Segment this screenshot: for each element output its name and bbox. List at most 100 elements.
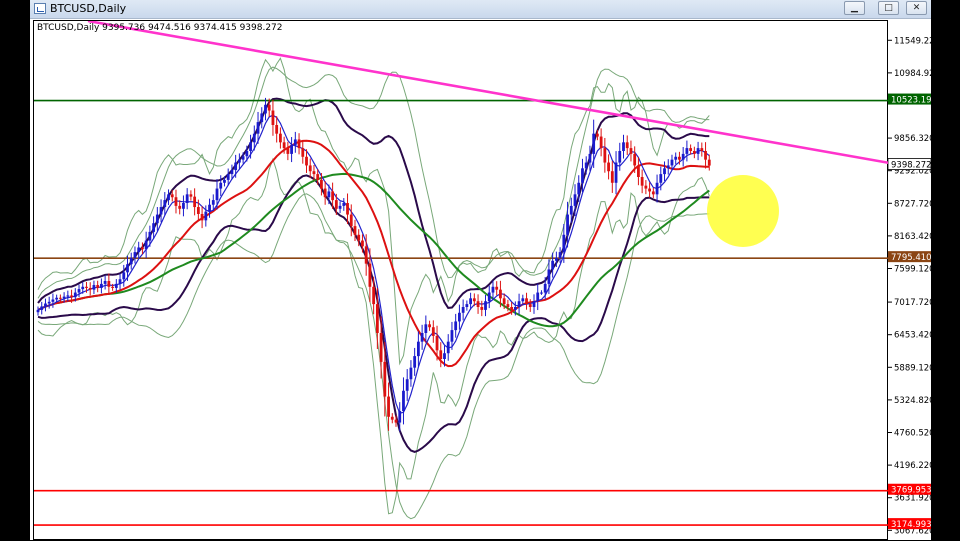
candle-body xyxy=(308,165,312,172)
price-tick-label: 10984.920 xyxy=(894,69,931,79)
candle-body xyxy=(469,298,472,305)
candle-body xyxy=(696,148,700,154)
candles xyxy=(36,97,711,432)
candle-body xyxy=(111,286,114,288)
price-tick-label: 4196.220 xyxy=(894,461,931,471)
candle-body xyxy=(622,142,625,151)
minimize-button[interactable]: ▁ xyxy=(844,1,865,15)
candle-body xyxy=(390,416,394,420)
price-tick-label: 9856.320 xyxy=(894,134,931,144)
candle-body xyxy=(211,200,215,205)
candle-body xyxy=(528,304,532,307)
price-tick-label: 7599.120 xyxy=(894,264,931,274)
highlight-marker xyxy=(707,175,779,247)
candle-body xyxy=(44,303,47,307)
candle-body xyxy=(484,301,487,310)
candle-body xyxy=(502,298,506,305)
candle-body xyxy=(103,281,107,284)
candle-body xyxy=(62,296,66,299)
candle-body xyxy=(88,287,92,290)
candle-body xyxy=(361,240,364,247)
candle-body xyxy=(279,133,282,143)
candle-body xyxy=(275,125,279,134)
candle-body xyxy=(55,297,59,300)
price-chart[interactable] xyxy=(34,21,889,541)
level-label-3: 3174.993 xyxy=(891,520,931,530)
candle-body xyxy=(312,171,316,175)
candle-body xyxy=(562,234,566,253)
candle-body xyxy=(320,179,323,189)
candle-body xyxy=(540,292,543,294)
candle-body xyxy=(346,203,349,215)
candle-body xyxy=(405,379,409,391)
candle-body xyxy=(443,353,446,359)
close-button[interactable]: ✕ xyxy=(906,1,927,15)
candle-body xyxy=(256,122,260,134)
candle-body xyxy=(133,252,137,258)
price-scale[interactable]: 11549.22010984.9209856.3209292.0208727.7… xyxy=(888,20,931,540)
trendline[interactable] xyxy=(87,21,889,165)
candle-body xyxy=(305,156,308,166)
candle-body xyxy=(581,168,584,183)
candle-body xyxy=(107,281,111,287)
candle-body xyxy=(681,153,685,160)
candle-body xyxy=(655,182,659,195)
price-tick-label: 4760.520 xyxy=(894,429,931,439)
candle-body xyxy=(271,110,275,125)
terminal-window: BTCUSD,Daily ▁ □ ✕ 11549.220 10984.920 985… xyxy=(30,0,931,540)
candle-body xyxy=(618,151,622,163)
candle-body xyxy=(245,151,249,157)
candle-body xyxy=(428,324,431,328)
candle-body xyxy=(663,168,666,175)
candle-body xyxy=(252,133,256,143)
maximize-button[interactable]: □ xyxy=(878,1,899,15)
candle-body xyxy=(495,286,499,290)
candle-body xyxy=(513,307,517,310)
candle-body xyxy=(323,188,327,198)
candle-body xyxy=(297,139,301,149)
level-label-2: 3769.953 xyxy=(891,486,931,496)
envelope-upper xyxy=(37,97,710,309)
candle-body xyxy=(409,367,413,380)
candle-body xyxy=(420,333,424,342)
candle-body xyxy=(692,151,696,154)
candle-body xyxy=(148,231,152,241)
candle-body xyxy=(637,165,640,177)
current-price-label: 9398.272 xyxy=(891,161,931,171)
candle-body xyxy=(170,194,174,198)
candle-body xyxy=(159,207,163,215)
candle-body xyxy=(47,301,51,304)
candle-body xyxy=(144,240,148,250)
candle-body xyxy=(215,188,219,201)
candle-body xyxy=(338,205,342,209)
candle-body xyxy=(122,272,126,280)
candle-body xyxy=(458,312,461,322)
candle-body xyxy=(364,246,368,264)
candle-body xyxy=(36,309,40,313)
candle-body xyxy=(92,285,96,290)
candle-body xyxy=(666,165,670,169)
candle-body xyxy=(85,286,88,288)
window-titlebar[interactable]: BTCUSD,Daily ▁ □ ✕ xyxy=(30,0,931,19)
candle-body xyxy=(223,179,226,183)
candle-body xyxy=(510,307,514,310)
candle-body xyxy=(491,286,495,293)
candle-body xyxy=(249,142,252,151)
candle-body xyxy=(651,191,655,195)
candle-body xyxy=(525,298,528,305)
candle-body xyxy=(610,171,614,183)
candle-body xyxy=(200,213,204,221)
candle-body xyxy=(476,301,480,307)
candle-body xyxy=(141,247,144,250)
candle-body xyxy=(454,321,458,331)
candle-body xyxy=(267,104,271,111)
candle-body xyxy=(424,324,428,333)
candle-body xyxy=(81,286,85,290)
candle-body xyxy=(685,148,689,154)
candle-body xyxy=(375,304,379,333)
candle-body xyxy=(129,257,133,265)
candle-body xyxy=(592,133,596,154)
plot-area[interactable] xyxy=(33,20,889,541)
candle-body xyxy=(633,153,637,166)
price-tick-label: 11549.220 xyxy=(894,36,931,46)
